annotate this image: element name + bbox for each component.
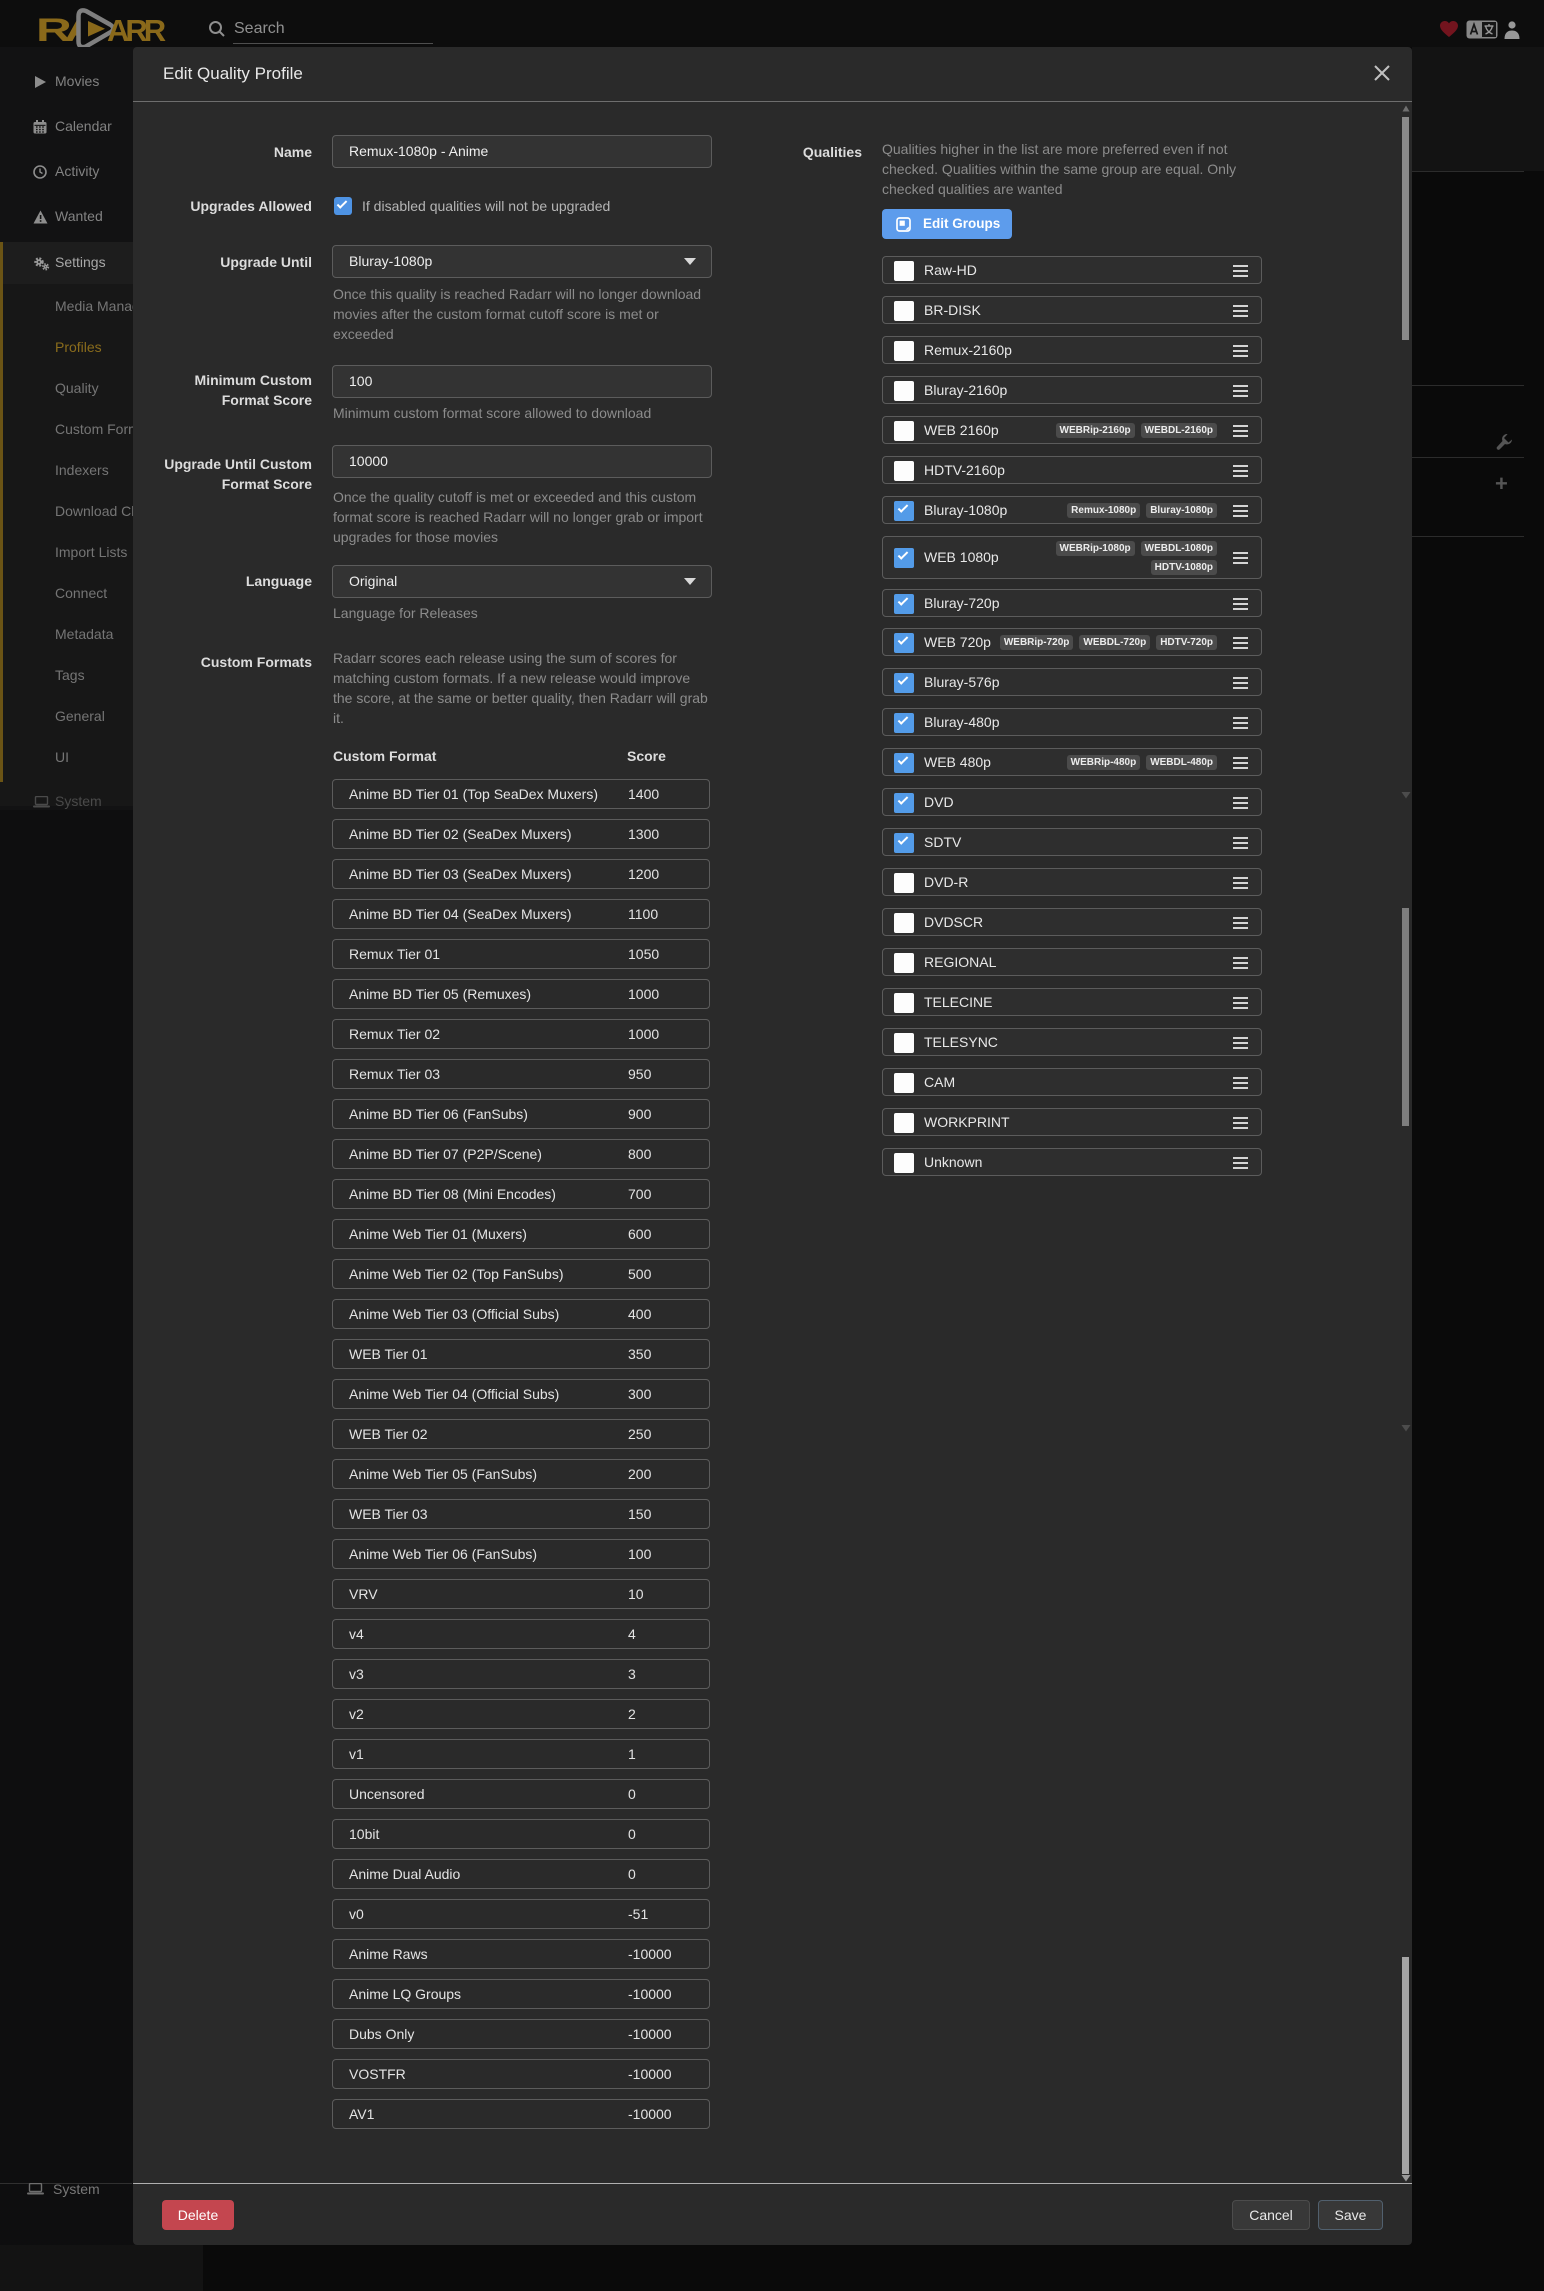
svg-text:ARR: ARR bbox=[107, 13, 166, 48]
